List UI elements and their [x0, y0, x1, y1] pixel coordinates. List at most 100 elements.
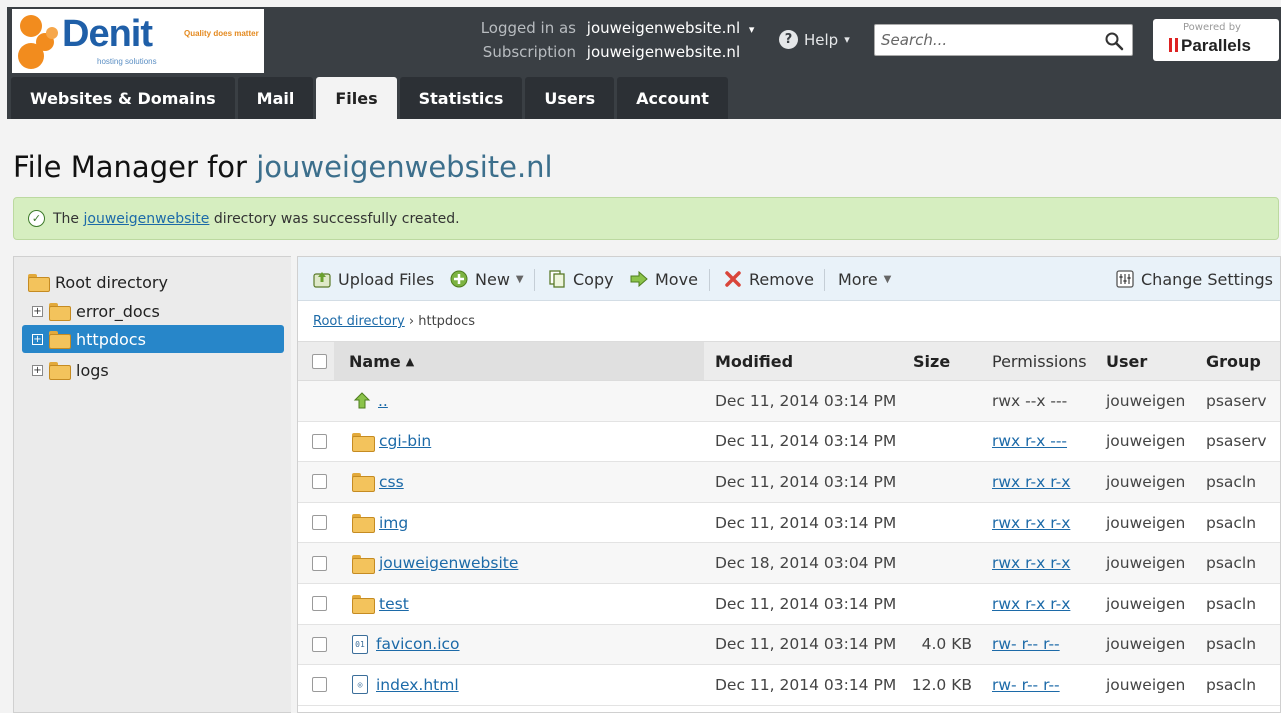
row-select-cell	[312, 543, 327, 583]
logged-in-user[interactable]: jouweigenwebsite.nl	[587, 19, 740, 37]
table-row[interactable]: .. Dec 11, 2014 03:14 PM rwx --x --- jouwei…	[298, 381, 1280, 422]
row-checkbox[interactable]	[312, 474, 327, 490]
expand-icon[interactable]: +	[32, 305, 43, 317]
tab-files[interactable]: Files	[316, 77, 397, 120]
subscription-label: Subscription	[482, 43, 576, 61]
parallels-brand: Parallels	[1181, 36, 1251, 55]
file-list-panel: Upload Files New ▼ Copy Move Remove More…	[297, 256, 1281, 713]
column-header-modified[interactable]: Modified	[715, 342, 793, 380]
file-name-link[interactable]: img	[379, 514, 408, 532]
message-pre: The	[53, 210, 80, 227]
table-row[interactable]: jouweigenwebsite Dec 18, 2014 03:04 PM rwx…	[298, 543, 1280, 584]
table-row[interactable]: 01 favicon.ico Dec 11, 2014 03:14 PM 4.0 KB…	[298, 624, 1280, 666]
permissions-cell: rw- r-- r--	[992, 665, 1060, 705]
permissions-cell: rwx r-x ---	[992, 422, 1067, 462]
search-input[interactable]	[881, 29, 1101, 51]
table-row[interactable]: css Dec 11, 2014 03:14 PM rwx r-x r-x jouwe…	[298, 462, 1280, 503]
chevron-down-icon[interactable]: ▾	[749, 23, 755, 36]
file-name-link[interactable]: favicon.ico	[376, 635, 460, 653]
row-select-cell	[312, 625, 327, 665]
row-checkbox[interactable]	[312, 555, 327, 571]
column-header-group[interactable]: Group	[1206, 342, 1261, 380]
permissions-link[interactable]: rwx r-x r-x	[992, 595, 1070, 613]
permissions-link[interactable]: rwx r-x r-x	[992, 473, 1070, 491]
size-cell	[894, 584, 972, 624]
file-name-cell: test	[352, 584, 409, 624]
logged-in-row[interactable]: Logged in as jouweigenwebsite.nl ▾	[469, 17, 755, 41]
file-name-link[interactable]: css	[379, 473, 404, 491]
html-file-icon: ◎	[352, 675, 368, 695]
page-title-prefix: File Manager for	[13, 150, 247, 184]
file-name-link[interactable]: ..	[378, 392, 388, 410]
search-box[interactable]	[874, 24, 1133, 56]
page-title-domain: jouweigenwebsite.nl	[256, 150, 553, 184]
folder-icon	[28, 274, 50, 292]
move-button[interactable]: Move	[629, 267, 698, 291]
column-header-permissions[interactable]: Permissions	[992, 342, 1087, 380]
file-name-link[interactable]: jouweigenwebsite	[379, 554, 518, 572]
copy-label: Copy	[573, 269, 614, 289]
user-cell: jouweigen	[1106, 432, 1186, 451]
denit-logo[interactable]: Denit hosting solutions Quality does mat…	[12, 9, 264, 73]
tree-item-httpdocs[interactable]: + httpdocs	[22, 325, 284, 353]
table-row[interactable]: ◎ index.html Dec 11, 2014 03:14 PM 12.0 KB r…	[298, 665, 1280, 706]
permissions-cell: rwx --x ---	[992, 381, 1067, 421]
modified-cell: Dec 11, 2014 03:14 PM	[715, 391, 897, 410]
tab-mail[interactable]: Mail	[237, 77, 314, 119]
file-name-link[interactable]: cgi-bin	[379, 432, 431, 450]
remove-button[interactable]: Remove	[723, 267, 814, 291]
success-message: ✓ The jouweigenwebsite directory was suc…	[13, 197, 1279, 240]
tree-root[interactable]: Root directory	[28, 268, 168, 296]
logo-mark-ball	[18, 43, 44, 69]
powered-by-parallels[interactable]: Powered by Parallels	[1153, 19, 1279, 61]
column-header-name[interactable]: Name ▲	[349, 342, 414, 380]
more-label: More	[838, 269, 878, 289]
permissions-cell: rw- r-- r--	[992, 625, 1060, 665]
column-header-size[interactable]: Size	[913, 342, 950, 380]
modified-cell: Dec 11, 2014 03:14 PM	[715, 472, 897, 491]
upload-files-button[interactable]: Upload Files	[312, 267, 434, 291]
group-cell: psacln	[1206, 554, 1257, 573]
row-checkbox[interactable]	[312, 596, 327, 612]
permissions-link[interactable]: rw- r-- r--	[992, 635, 1060, 653]
file-name-link[interactable]: index.html	[376, 676, 459, 694]
row-select-cell	[312, 503, 327, 543]
permissions-link[interactable]: rwx r-x r-x	[992, 514, 1070, 532]
message-directory-link[interactable]: jouweigenwebsite	[84, 211, 210, 227]
row-checkbox[interactable]	[312, 636, 327, 652]
row-checkbox[interactable]	[312, 515, 327, 531]
new-button[interactable]: New ▼	[449, 267, 524, 291]
search-icon[interactable]	[1104, 31, 1124, 51]
tab-websites-domains[interactable]: Websites & Domains	[11, 77, 235, 119]
logo-mark	[20, 15, 42, 37]
row-checkbox[interactable]	[312, 433, 327, 449]
file-name-link[interactable]: test	[379, 595, 409, 613]
permissions-link[interactable]: rwx r-x ---	[992, 432, 1067, 450]
row-checkbox[interactable]	[312, 677, 327, 693]
breadcrumb-root-link[interactable]: Root directory	[313, 314, 405, 329]
table-row[interactable]: cgi-bin Dec 11, 2014 03:14 PM rwx r-x --- j…	[298, 421, 1280, 463]
select-all-checkbox[interactable]	[312, 353, 327, 369]
tab-account[interactable]: Account	[617, 77, 728, 119]
expand-icon[interactable]: +	[32, 364, 43, 376]
more-button[interactable]: More ▼	[838, 267, 891, 291]
tree-item-error-docs[interactable]: + error_docs	[32, 297, 160, 325]
tab-statistics[interactable]: Statistics	[399, 77, 523, 119]
tab-users[interactable]: Users	[525, 77, 615, 119]
size-cell	[894, 422, 972, 462]
permissions-link[interactable]: rwx r-x r-x	[992, 554, 1070, 572]
size-cell	[894, 543, 972, 583]
tree-item-logs[interactable]: + logs	[32, 356, 109, 384]
table-row[interactable]: img Dec 11, 2014 03:14 PM rwx r-x r-x jouwe…	[298, 502, 1280, 544]
column-header-user[interactable]: User	[1106, 342, 1147, 380]
change-settings-button[interactable]: Change Settings	[1115, 267, 1273, 291]
subscription-value[interactable]: jouweigenwebsite.nl	[587, 43, 740, 61]
permissions-link[interactable]: rw- r-- r--	[992, 676, 1060, 694]
folder-icon	[49, 303, 71, 321]
copy-button[interactable]: Copy	[547, 267, 614, 291]
help-menu[interactable]: ? Help ▾	[779, 30, 850, 49]
add-icon	[450, 270, 468, 288]
table-row[interactable]: test Dec 11, 2014 03:14 PM rwx r-x r-x jouw…	[298, 583, 1280, 625]
expand-icon[interactable]: +	[32, 333, 43, 345]
modified-cell: Dec 11, 2014 03:14 PM	[715, 635, 897, 654]
